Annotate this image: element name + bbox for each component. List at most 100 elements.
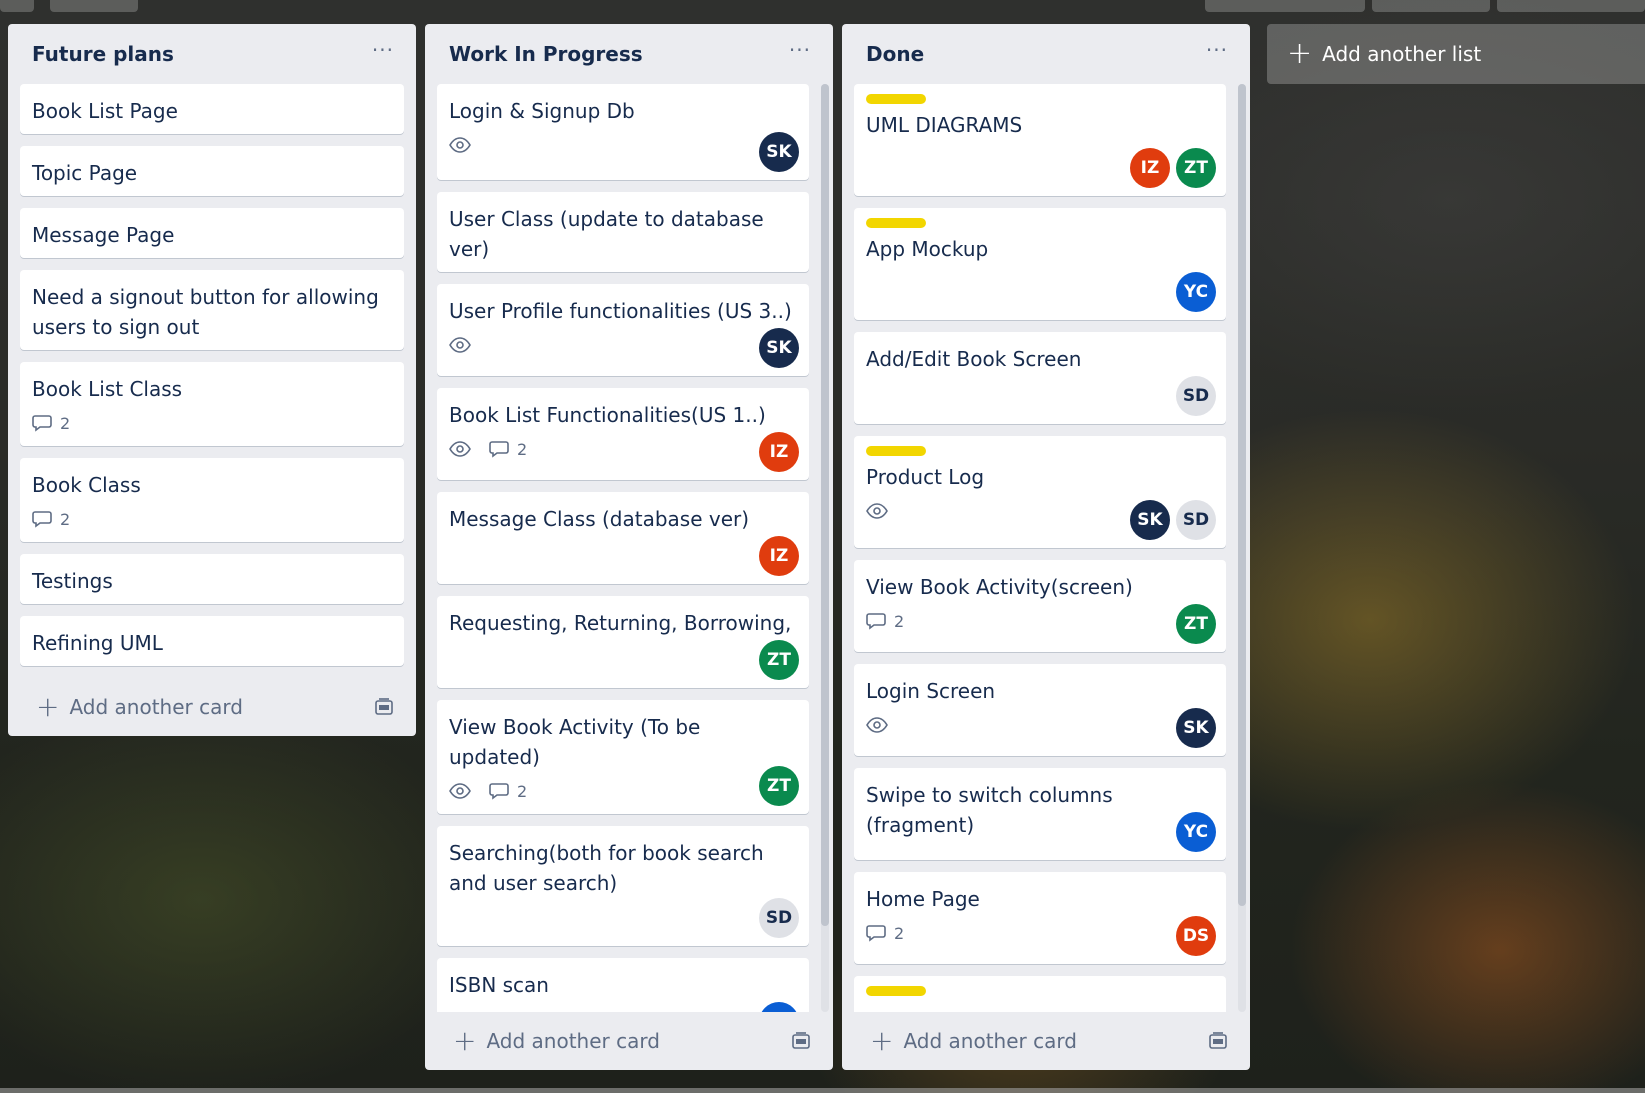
board-header-button[interactable] (1205, 0, 1365, 12)
card-title: Product Log (866, 465, 985, 489)
card-template-icon[interactable] (791, 1032, 811, 1050)
card-members: SD (1176, 376, 1216, 416)
card[interactable]: Message Class (database ver) IZ (437, 492, 809, 584)
eye-icon (449, 441, 471, 457)
member-avatar[interactable]: ZT (759, 640, 799, 680)
eye-icon (866, 717, 888, 733)
member-avatar[interactable]: YC (1176, 272, 1216, 312)
member-avatar[interactable]: SK (1130, 500, 1170, 540)
comment-icon (489, 441, 509, 458)
list-title[interactable]: Done (866, 42, 924, 66)
card[interactable]: Add/Edit Book Screen SD (854, 332, 1226, 424)
list-done: Done ··· UML DIAGRAMS IZ ZT App Mockup Y… (842, 24, 1250, 1070)
list-title[interactable]: Future plans (32, 42, 174, 66)
member-avatar[interactable]: YC (759, 1002, 799, 1012)
card-template-icon[interactable] (1208, 1032, 1228, 1050)
add-card-left: + Add another card (870, 1027, 1077, 1055)
list-title[interactable]: Work In Progress (449, 42, 643, 66)
card[interactable]: App Mockup YC (854, 208, 1226, 320)
add-list-button[interactable]: + Add another list (1267, 24, 1645, 84)
card[interactable]: Book Class 2 (20, 458, 404, 542)
comment-count: 2 (517, 439, 528, 459)
card[interactable]: User Class (update to database ver) (437, 192, 809, 272)
card[interactable]: Testings (20, 554, 404, 604)
board-scrollbar[interactable] (0, 1088, 1645, 1093)
card[interactable]: Requesting, Returning, Borrowing, ZT (437, 596, 809, 688)
list-header: Work In Progress ··· (425, 24, 833, 84)
card-label[interactable] (866, 218, 926, 228)
card[interactable]: Need a signout button for allowing users… (20, 270, 404, 350)
member-avatar[interactable]: SD (1176, 500, 1216, 540)
list-scrollbar-thumb[interactable] (1238, 84, 1246, 906)
member-avatar[interactable]: IZ (759, 536, 799, 576)
list-scrollbar-thumb[interactable] (821, 84, 829, 926)
member-avatar[interactable]: SK (759, 132, 799, 172)
card[interactable]: Refining UML (20, 616, 404, 666)
member-avatar[interactable]: SD (1176, 376, 1216, 416)
board-header-button[interactable] (50, 0, 138, 12)
card-title: User Class (update to database ver) (449, 207, 764, 261)
card-members: DS (1176, 916, 1216, 956)
add-card-button[interactable]: + Add another card (842, 1012, 1250, 1070)
card[interactable]: Login Screen SK (854, 664, 1226, 756)
card[interactable]: Home Page 2 DS (854, 872, 1226, 964)
add-card-button[interactable]: + Add another card (8, 678, 416, 736)
list-menu-icon[interactable]: ··· (789, 40, 811, 60)
add-card-button[interactable]: + Add another card (425, 1012, 833, 1070)
card-template-icon[interactable] (374, 698, 394, 716)
card-members: ZT (759, 640, 799, 680)
board-header-button[interactable] (0, 0, 34, 12)
member-avatar[interactable]: YC (1176, 812, 1216, 852)
card[interactable]: View Book Activity (To be updated) 2 ZT (437, 700, 809, 814)
card-members: SK (759, 328, 799, 368)
card-title: Refining UML (32, 631, 163, 655)
member-avatar[interactable]: IZ (1130, 148, 1170, 188)
card-title: Testings (32, 569, 113, 593)
member-avatar[interactable]: ZT (1176, 148, 1216, 188)
card[interactable]: Book List Class 2 (20, 362, 404, 446)
plus-icon: + (36, 690, 60, 723)
member-avatar[interactable]: DS (1176, 916, 1216, 956)
board-header-button[interactable] (1372, 0, 1490, 12)
card[interactable]: Topic Page (20, 146, 404, 196)
card[interactable]: Searching(both for book search and user … (437, 826, 809, 946)
card-members: ZT (759, 766, 799, 806)
card[interactable]: Book List Functionalities(US 1..) 2 IZ (437, 388, 809, 480)
card[interactable]: UML DIAGRAMS IZ ZT (854, 84, 1226, 196)
comment-icon (32, 511, 52, 528)
member-avatar[interactable]: SK (1176, 708, 1216, 748)
comment-count: 2 (517, 781, 528, 801)
card[interactable] (854, 976, 1226, 1012)
list-menu-icon[interactable]: ··· (1206, 40, 1228, 60)
member-avatar[interactable]: SD (759, 898, 799, 938)
card-label[interactable] (866, 986, 926, 996)
card[interactable]: Login & Signup Db SK (437, 84, 809, 180)
card-title: Message Class (database ver) (449, 507, 750, 531)
member-avatar[interactable]: ZT (1176, 604, 1216, 644)
card[interactable]: View Book Activity(screen) 2 ZT (854, 560, 1226, 652)
card[interactable]: User Profile functionalities (US 3..) SK (437, 284, 809, 376)
comment-count: 2 (894, 923, 905, 943)
card-label[interactable] (866, 94, 926, 104)
card-badges: 2 (866, 606, 1214, 636)
card-title: Login & Signup Db (449, 99, 635, 123)
list-scrollbar[interactable] (821, 84, 829, 1012)
comment-icon (866, 925, 886, 942)
card[interactable]: Product Log SK SD (854, 436, 1226, 548)
comments-badge: 2 (32, 510, 70, 529)
card[interactable]: ISBN scan YC (437, 958, 809, 1012)
member-avatar[interactable]: SK (759, 328, 799, 368)
card-members: IZ ZT (1130, 148, 1216, 188)
card-badges (449, 130, 797, 160)
card[interactable]: Swipe to switch columns (fragment) YC (854, 768, 1226, 860)
card[interactable]: Book List Page (20, 84, 404, 134)
list-menu-icon[interactable]: ··· (372, 40, 394, 60)
board-header-button[interactable] (1497, 0, 1645, 12)
card-title: User Profile functionalities (US 3..) (449, 299, 792, 323)
card-label[interactable] (866, 446, 926, 456)
list-scrollbar[interactable] (1238, 84, 1246, 1012)
add-list-label: Add another list (1322, 42, 1482, 66)
card[interactable]: Message Page (20, 208, 404, 258)
member-avatar[interactable]: ZT (759, 766, 799, 806)
member-avatar[interactable]: IZ (759, 432, 799, 472)
